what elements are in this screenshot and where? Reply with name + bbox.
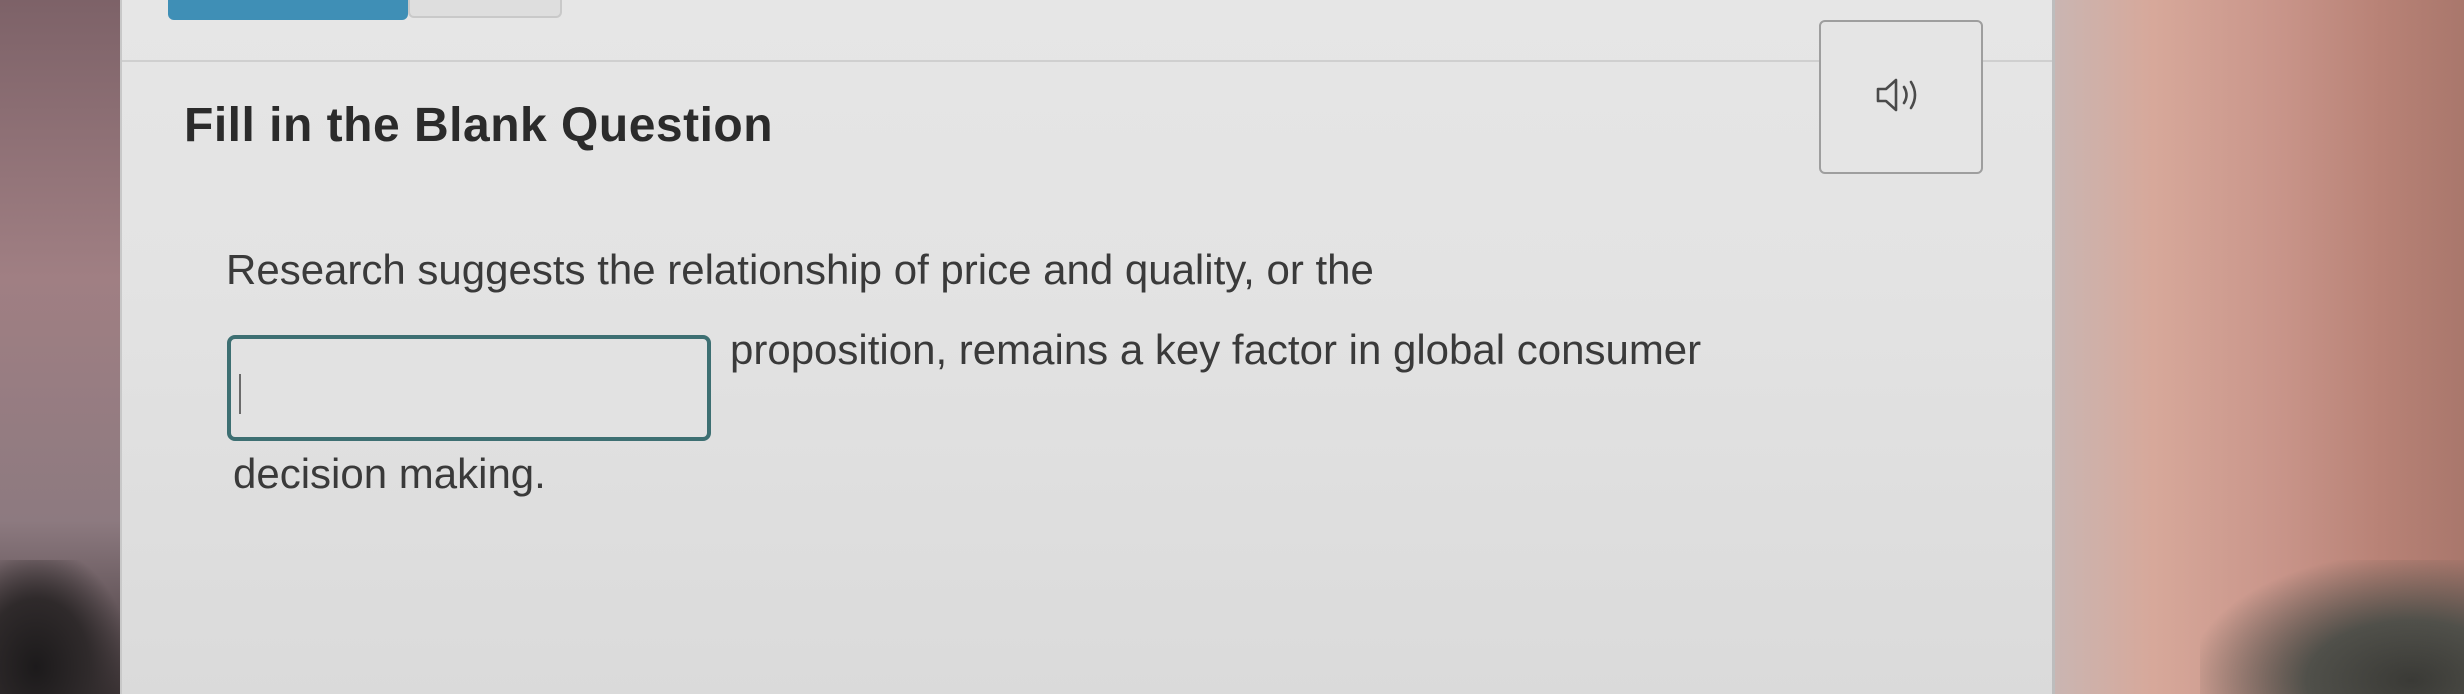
text-cursor xyxy=(239,374,241,414)
speaker-icon xyxy=(1874,75,1928,120)
header-divider xyxy=(122,60,2052,62)
active-tab-indicator[interactable] xyxy=(168,0,408,20)
read-aloud-button[interactable] xyxy=(1819,20,1983,174)
fill-in-blank-input[interactable] xyxy=(227,335,711,441)
inactive-tab[interactable] xyxy=(408,0,562,18)
question-text-end: decision making. xyxy=(233,450,546,497)
question-title: Fill in the Blank Question xyxy=(184,99,774,152)
question-panel: Fill in the Blank Question Research sugg… xyxy=(120,0,2055,694)
background-object xyxy=(2200,560,2464,694)
question-text-before-blank: Research suggests the relationship of pr… xyxy=(226,246,1374,293)
background-shadow xyxy=(0,560,120,694)
question-text-after-blank: proposition, remains a key factor in glo… xyxy=(730,326,1702,373)
